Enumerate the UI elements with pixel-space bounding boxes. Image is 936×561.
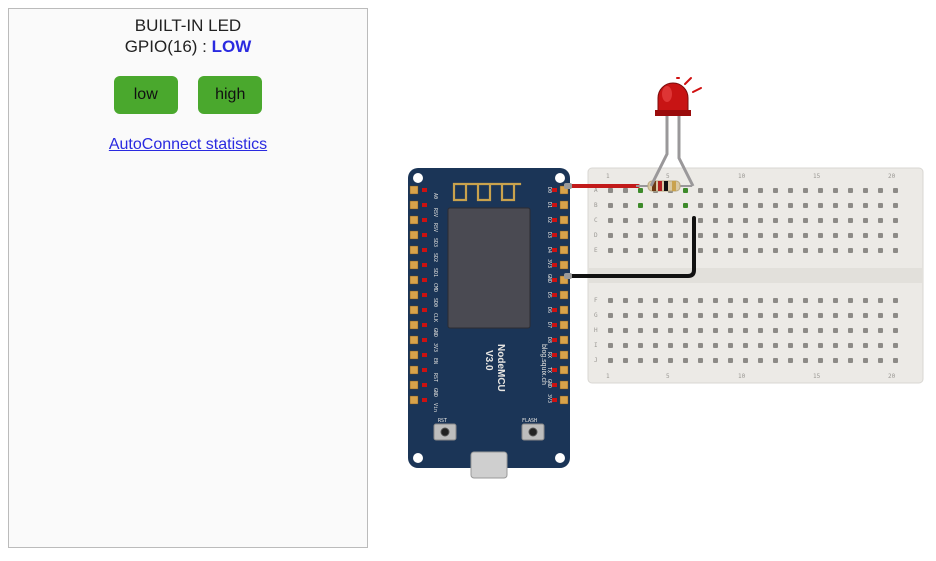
svg-text:D8: D8: [546, 337, 552, 343]
svg-text:RSV: RSV: [432, 208, 438, 217]
wiring-diagram: ABC DE FGH IJ 15 101520 15 101520: [388, 68, 928, 488]
svg-text:1: 1: [606, 173, 610, 180]
panel-title: BUILT-IN LED: [9, 15, 367, 36]
low-button[interactable]: low: [114, 76, 178, 114]
svg-text:D5: D5: [546, 292, 552, 298]
svg-text:J: J: [594, 357, 598, 364]
svg-text:D6: D6: [546, 307, 552, 313]
svg-text:Vin: Vin: [432, 403, 438, 412]
usb-port: [471, 452, 507, 478]
svg-text:D4: D4: [546, 247, 552, 253]
svg-text:F: F: [594, 297, 598, 304]
svg-text:GND: GND: [432, 328, 438, 337]
board-credit: blog.squix.ch: [540, 344, 547, 385]
svg-text:3V3: 3V3: [546, 394, 552, 403]
svg-text:RST: RST: [432, 373, 438, 382]
svg-text:10: 10: [738, 373, 746, 380]
svg-text:20: 20: [888, 373, 896, 380]
svg-text:GND: GND: [432, 388, 438, 397]
svg-text:20: 20: [888, 173, 896, 180]
svg-text:15: 15: [813, 173, 821, 180]
svg-text:A0: A0: [432, 193, 438, 199]
svg-text:D3: D3: [546, 232, 552, 238]
nodemcu-board: A0 RSV RSV SD3 SD2 SD1 CMD SD0 CLK GND 3V3 EN RST GND…: [408, 168, 570, 478]
svg-text:EN: EN: [432, 358, 438, 364]
gpio-status-line: GPIO(16) : LOW: [9, 36, 367, 57]
svg-text:C: C: [594, 217, 598, 224]
board-name: NodeMCU: [495, 344, 506, 392]
svg-text:1: 1: [606, 373, 610, 380]
autoconnect-link[interactable]: AutoConnect statistics: [9, 136, 367, 154]
gpio-suffix: ) :: [192, 37, 212, 56]
svg-text:SD1: SD1: [432, 268, 438, 277]
svg-text:D2: D2: [546, 217, 552, 223]
board-version: V3.0: [483, 350, 494, 371]
svg-text:E: E: [594, 247, 598, 254]
svg-text:5: 5: [666, 173, 670, 180]
svg-text:CLK: CLK: [432, 313, 438, 322]
flash-label: FLASH: [522, 418, 537, 424]
svg-text:B: B: [594, 202, 598, 209]
svg-text:G: G: [594, 312, 598, 319]
svg-text:D7: D7: [546, 322, 552, 328]
svg-text:5: 5: [666, 373, 670, 380]
gpio-number: 16: [173, 37, 192, 56]
svg-text:RSV: RSV: [432, 223, 438, 232]
svg-text:3V3: 3V3: [432, 343, 438, 352]
high-button[interactable]: high: [198, 76, 262, 114]
svg-text:A: A: [594, 187, 598, 194]
svg-text:10: 10: [738, 173, 746, 180]
gpio-state: LOW: [212, 37, 252, 56]
svg-text:15: 15: [813, 373, 821, 380]
svg-text:SD3: SD3: [432, 238, 438, 247]
svg-text:I: I: [594, 342, 598, 349]
svg-text:D1: D1: [546, 202, 552, 208]
rst-label: RST: [438, 418, 447, 424]
svg-text:GND: GND: [546, 274, 552, 283]
svg-text:D0: D0: [546, 187, 552, 193]
svg-text:D: D: [594, 232, 598, 239]
svg-text:H: H: [594, 327, 598, 334]
svg-text:CMD: CMD: [432, 283, 438, 292]
svg-text:SD0: SD0: [432, 298, 438, 307]
control-panel: BUILT-IN LED GPIO(16) : LOW low high Aut…: [8, 8, 368, 548]
svg-text:3V3: 3V3: [546, 259, 552, 268]
gpio-prefix: GPIO(: [125, 37, 173, 56]
svg-text:SD2: SD2: [432, 253, 438, 262]
